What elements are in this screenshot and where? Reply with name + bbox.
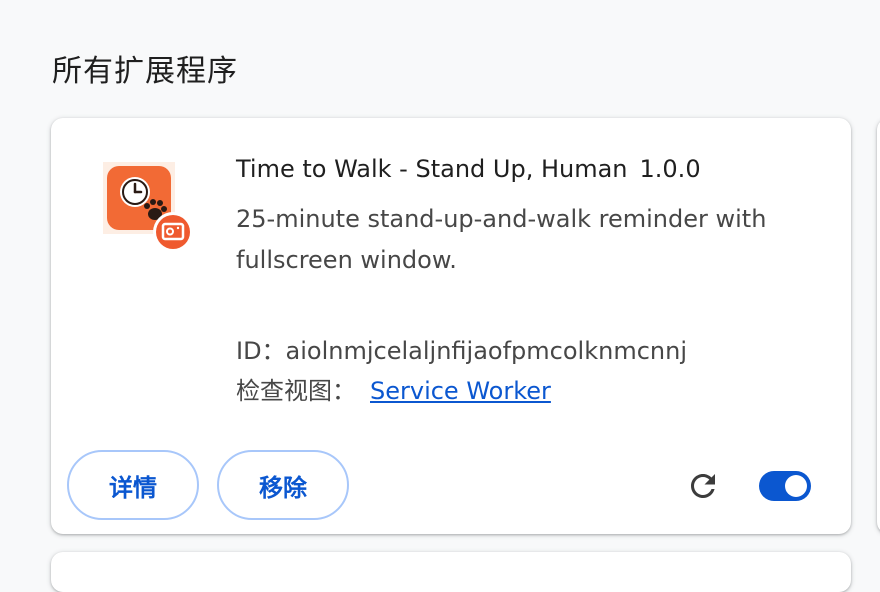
inspect-views-row: 检查视图： Service Worker <box>236 371 551 406</box>
toggle-knob <box>785 475 807 497</box>
extension-name: Time to Walk - Stand Up, Human <box>236 155 628 183</box>
reload-icon[interactable] <box>685 468 721 504</box>
inspect-views-label: 检查视图： <box>236 377 356 405</box>
extension-description: 25-minute stand-up-and-walk reminder wit… <box>236 205 767 274</box>
extension-title-row: Time to Walk - Stand Up, Human 1.0.0 <box>236 155 701 183</box>
service-worker-link[interactable]: Service Worker <box>370 377 551 405</box>
following-extension-card <box>51 552 851 592</box>
section-title: 所有扩展程序 <box>52 54 238 89</box>
enable-toggle[interactable] <box>759 471 811 501</box>
remove-button[interactable]: 移除 <box>217 450 349 520</box>
extension-card: Time to Walk - Stand Up, Human 1.0.0 25-m… <box>51 118 851 534</box>
extension-id: ID：aiolnmjcelaljnfijaofpmcolknmcnnj <box>236 337 687 365</box>
clock-icon <box>120 177 150 207</box>
details-button[interactable]: 详情 <box>67 450 199 520</box>
extension-icon <box>103 162 193 252</box>
extension-version: 1.0.0 <box>639 155 701 183</box>
camera-badge-icon <box>153 212 193 252</box>
